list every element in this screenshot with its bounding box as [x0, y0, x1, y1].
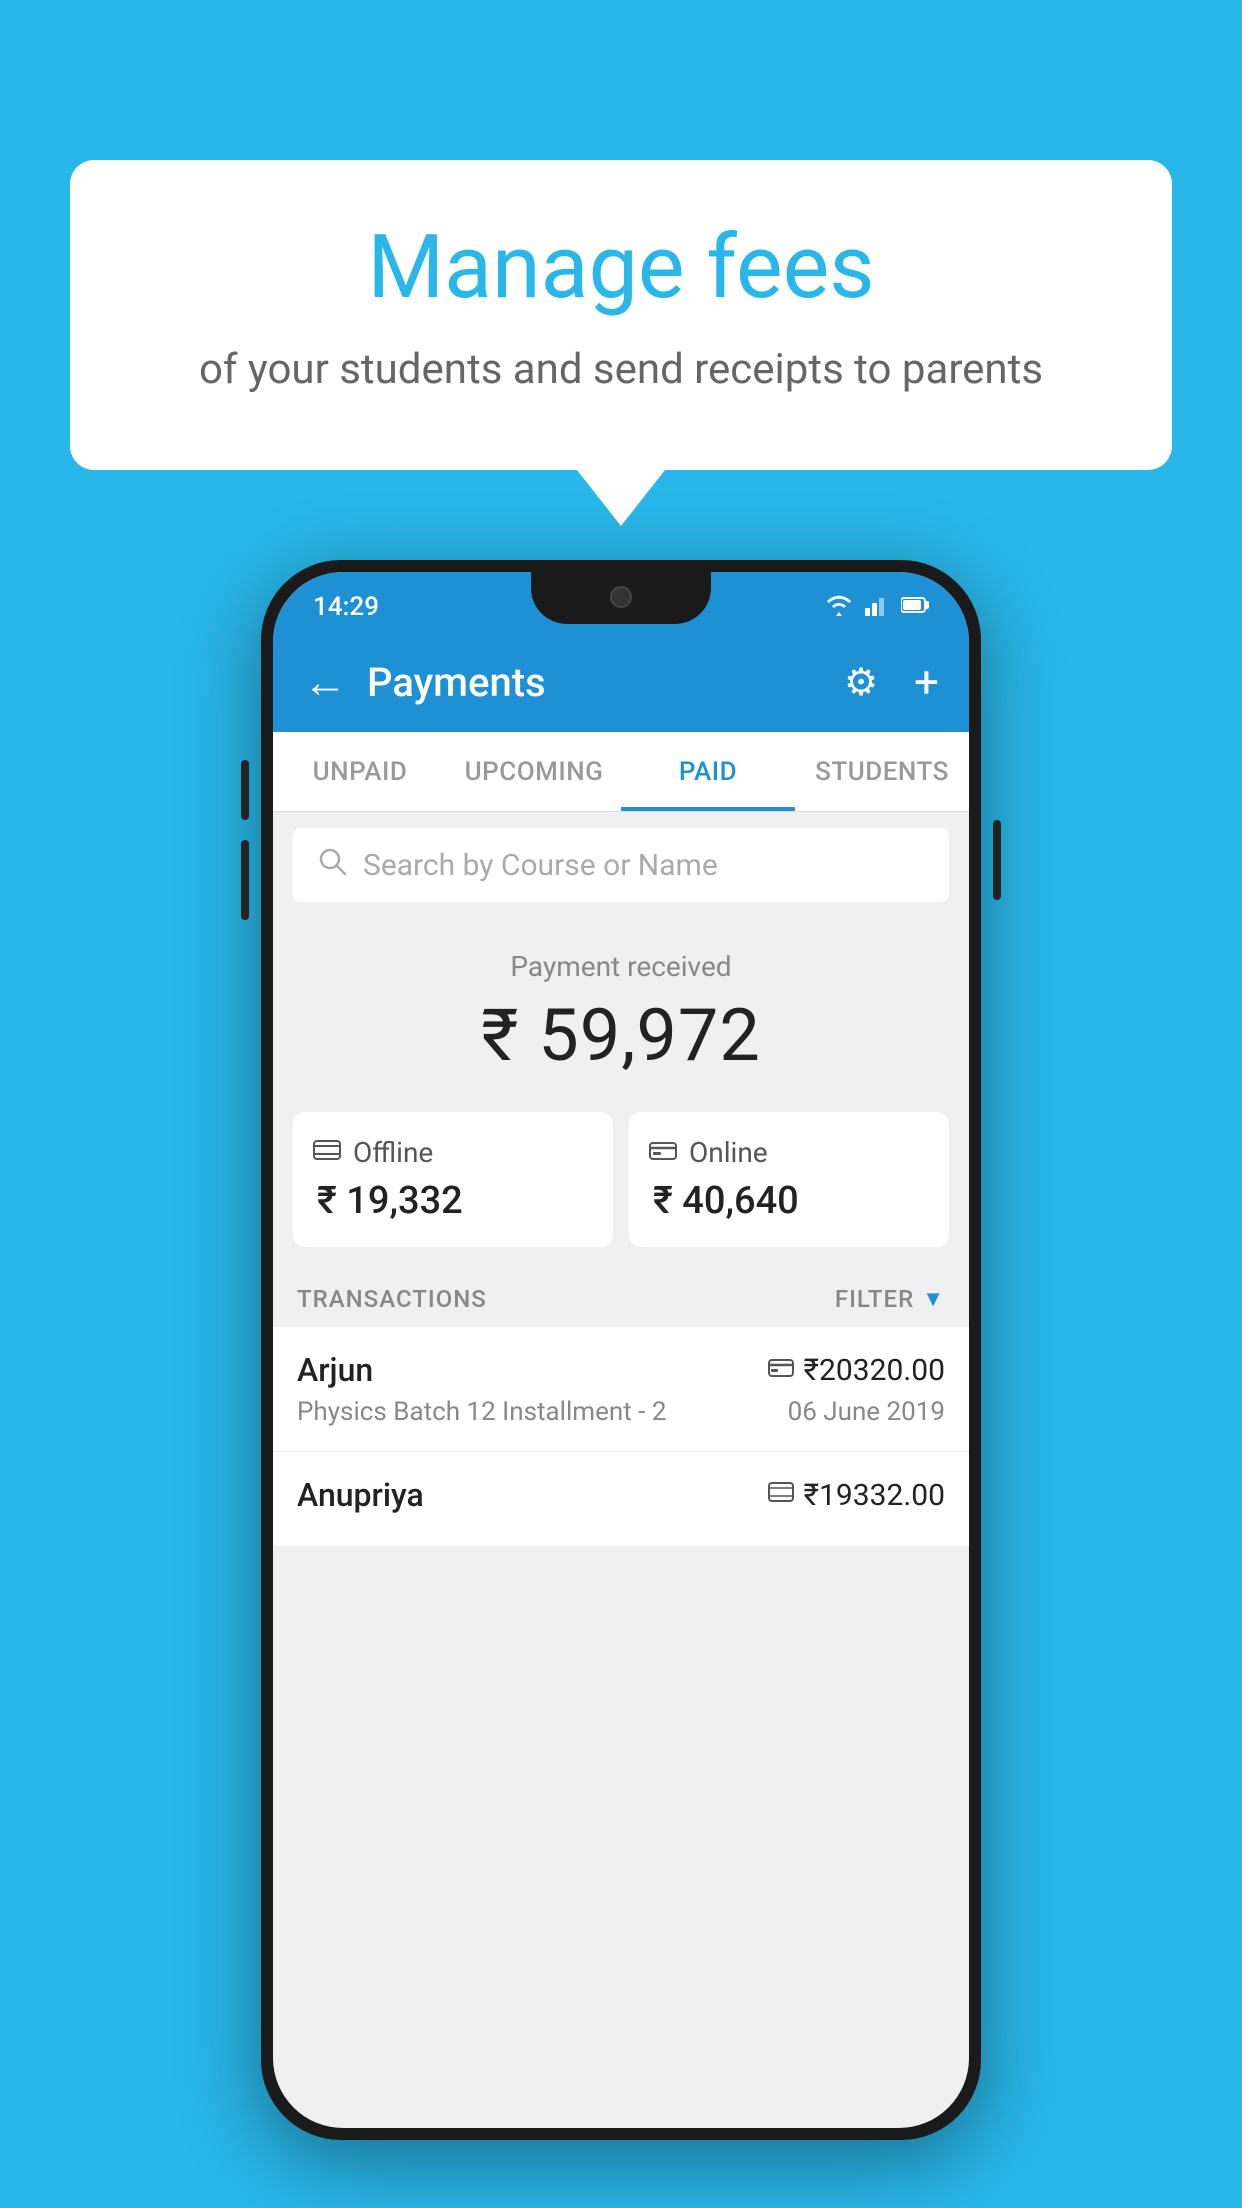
- search-icon: [317, 846, 347, 884]
- transaction-name: Anupriya: [297, 1476, 424, 1514]
- online-card-header: Online: [649, 1136, 929, 1169]
- table-row[interactable]: Arjun ₹20320.00 Physics Batch 1: [273, 1327, 969, 1452]
- payment-received-amount: ₹ 59,972: [273, 993, 969, 1078]
- transactions-header: TRANSACTIONS FILTER ▼: [273, 1267, 969, 1327]
- add-button[interactable]: +: [914, 656, 939, 708]
- status-icons: [825, 594, 929, 620]
- tabs-bar: UNPAID UPCOMING PAID STUDENTS: [273, 732, 969, 812]
- transaction-row-top: Anupriya ₹19332.00: [297, 1476, 945, 1514]
- card-icon: [649, 1136, 677, 1169]
- volume-down-button: [241, 840, 249, 920]
- battery-icon: [901, 596, 929, 618]
- search-placeholder: Search by Course or Name: [363, 848, 718, 883]
- transaction-card-icon: [768, 1355, 794, 1385]
- speech-bubble: Manage fees of your students and send re…: [70, 160, 1172, 470]
- status-time: 14:29: [313, 592, 379, 622]
- transaction-desc: Physics Batch 12 Installment - 2: [297, 1397, 666, 1427]
- transaction-row-top: Arjun ₹20320.00: [297, 1351, 945, 1389]
- transaction-cash-icon: [768, 1480, 794, 1510]
- transaction-row-bottom: Physics Batch 12 Installment - 2 06 June…: [297, 1397, 945, 1427]
- back-button[interactable]: ←: [303, 660, 347, 704]
- wifi-icon: [825, 594, 853, 620]
- volume-up-button: [241, 760, 249, 820]
- speech-bubble-subtitle: of your students and send receipts to pa…: [150, 341, 1092, 400]
- transaction-date: 06 June 2019: [788, 1397, 945, 1427]
- phone-camera: [610, 586, 632, 608]
- power-button: [993, 820, 1001, 900]
- online-label: Online: [689, 1136, 768, 1169]
- cash-icon: [313, 1136, 341, 1169]
- offline-payment-card: Offline ₹ 19,332: [293, 1112, 613, 1247]
- transaction-name: Arjun: [297, 1351, 373, 1389]
- offline-label: Offline: [353, 1136, 433, 1169]
- speech-bubble-title: Manage fees: [150, 220, 1092, 317]
- payment-received-section: Payment received ₹ 59,972: [273, 918, 969, 1102]
- settings-button[interactable]: ⚙: [844, 660, 878, 705]
- offline-amount: ₹ 19,332: [313, 1179, 593, 1223]
- phone-screen: 14:29: [273, 572, 969, 2128]
- search-bar[interactable]: Search by Course or Name: [293, 828, 949, 902]
- transaction-list: Arjun ₹20320.00 Physics Batch 1: [273, 1327, 969, 1547]
- tab-paid[interactable]: PAID: [621, 732, 795, 811]
- transaction-amount-wrap: ₹20320.00: [768, 1353, 945, 1388]
- speech-bubble-wrapper: Manage fees of your students and send re…: [70, 160, 1172, 526]
- payment-received-label: Payment received: [273, 950, 969, 983]
- offline-card-header: Offline: [313, 1136, 593, 1169]
- phone-frame: 14:29: [261, 560, 981, 2140]
- transaction-amount: ₹19332.00: [804, 1478, 945, 1513]
- filter-label: FILTER: [835, 1285, 914, 1313]
- header-title: Payments: [367, 659, 824, 706]
- app-header: ← Payments ⚙ +: [273, 632, 969, 732]
- phone-notch: [531, 572, 711, 624]
- transaction-amount: ₹20320.00: [804, 1353, 945, 1388]
- speech-bubble-pointer: [577, 470, 665, 526]
- tab-students[interactable]: STUDENTS: [795, 732, 969, 811]
- payment-cards-row: Offline ₹ 19,332 Online ₹ 40,640: [273, 1102, 969, 1267]
- transactions-label: TRANSACTIONS: [297, 1285, 487, 1313]
- filter-button[interactable]: FILTER ▼: [835, 1285, 945, 1313]
- transaction-amount-wrap: ₹19332.00: [768, 1478, 945, 1513]
- tab-unpaid[interactable]: UNPAID: [273, 732, 447, 811]
- online-payment-card: Online ₹ 40,640: [629, 1112, 949, 1247]
- tab-upcoming[interactable]: UPCOMING: [447, 732, 621, 811]
- signal-icon: [865, 594, 889, 620]
- filter-icon: ▼: [922, 1286, 945, 1312]
- table-row[interactable]: Anupriya ₹19332.00: [273, 1452, 969, 1547]
- online-amount: ₹ 40,640: [649, 1179, 929, 1223]
